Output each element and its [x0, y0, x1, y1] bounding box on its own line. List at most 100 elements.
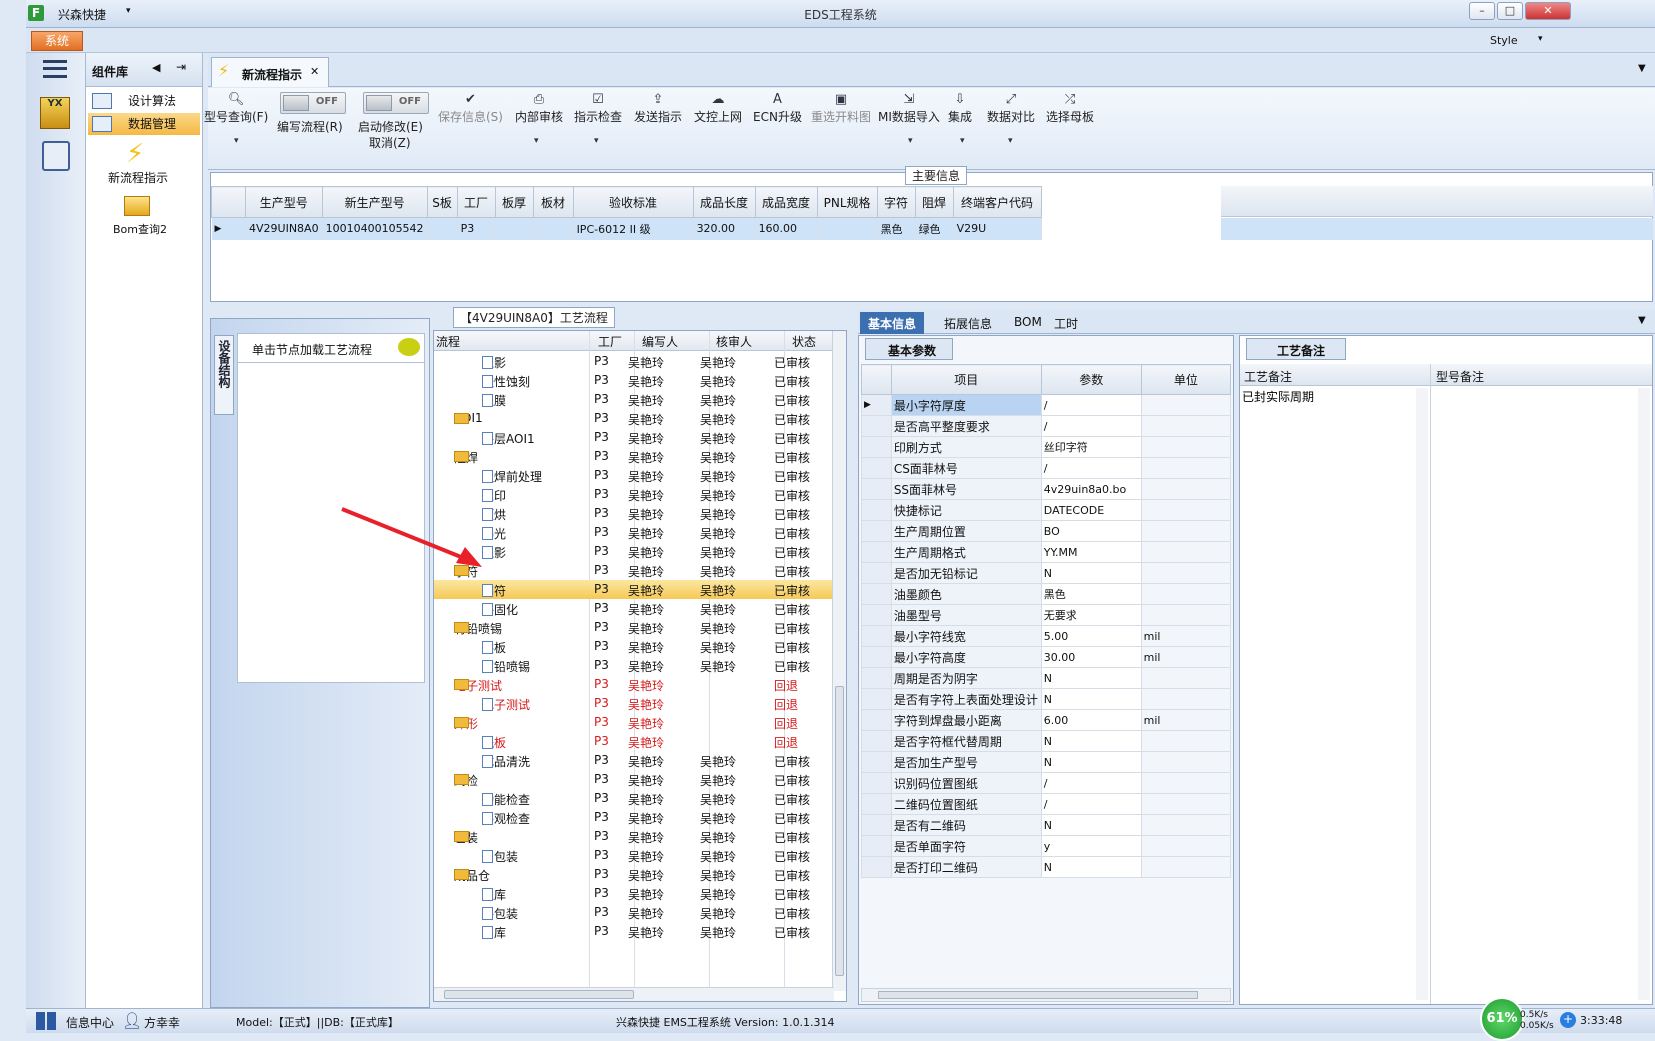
param-value[interactable]: 6.00 — [1040, 709, 1142, 731]
table-row[interactable]: SS面菲林号 4v29uin8a0.bo — [861, 478, 1232, 500]
table-row[interactable]: 印刷方式 丝印字符 — [861, 436, 1232, 458]
table-row[interactable]: 快捷标记 DATECODE — [861, 499, 1232, 521]
horizontal-scrollbar[interactable] — [434, 987, 834, 1001]
flow-tree-row[interactable]: 字符 P3 吴艳玲 吴艳玲 已审核 — [434, 580, 834, 599]
internal-review-button[interactable]: ⎙ 内部审核 — [515, 92, 563, 125]
edit-flow-toggle[interactable]: OFF — [280, 92, 346, 114]
row-selector[interactable] — [861, 646, 892, 668]
tab-extended-info[interactable]: 拓展信息 — [936, 312, 1000, 334]
table-row[interactable]: 最小字符高度 30.00 mil — [861, 646, 1232, 668]
row-selector[interactable] — [861, 751, 892, 773]
row-selector[interactable] — [861, 457, 892, 479]
param-value[interactable]: N — [1040, 856, 1142, 878]
flow-tree-row[interactable]: 外包装 P3 吴艳玲 吴艳玲 已审核 — [434, 903, 834, 922]
column-header[interactable]: 参数 — [1040, 364, 1142, 395]
table-row[interactable]: 字符到焊盘最小距离 6.00 mil — [861, 709, 1232, 731]
equipment-structure-tab[interactable]: 设备结构 — [214, 335, 234, 415]
param-value[interactable]: / — [1040, 415, 1142, 437]
windows-start-icon[interactable] — [36, 1012, 56, 1030]
param-value[interactable]: N — [1040, 751, 1142, 773]
table-row[interactable]: CS面菲林号 / — [861, 457, 1232, 479]
table-cell[interactable]: 160.00 — [755, 217, 818, 240]
bom-query-shortcut[interactable]: Bom查询2 — [113, 221, 167, 237]
flow-tree-row[interactable]: −包装 P3 吴艳玲 吴艳玲 已审核 — [434, 827, 834, 846]
flow-tree-row[interactable]: −字符P3吴艳玲吴艳玲已审核 — [434, 561, 834, 580]
table-row[interactable]: 生产周期位置 BO — [861, 520, 1232, 542]
system-menu-button[interactable]: 系统 — [31, 31, 83, 51]
process-notes-textarea[interactable]: 已封实际周期 — [1242, 388, 1420, 1000]
model-query-dropdown-icon[interactable]: ▾ — [234, 136, 239, 146]
flow-tree-row[interactable]: 入库 P3 吴艳玲 吴艳玲 已审核 — [434, 884, 834, 903]
flow-tree-row[interactable]: 退膜 P3 吴艳玲 吴艳玲 已审核 — [434, 390, 834, 409]
param-value[interactable]: / — [1040, 394, 1142, 416]
table-cell[interactable] — [427, 217, 458, 240]
calculator-icon[interactable] — [42, 141, 70, 171]
hamburger-menu-icon[interactable] — [43, 60, 67, 78]
param-value[interactable]: N — [1040, 814, 1142, 836]
param-value[interactable]: BO — [1040, 520, 1142, 542]
lightning-icon[interactable]: ⚡ — [126, 139, 144, 169]
minimize-button[interactable]: – — [1469, 2, 1495, 20]
flow-tree-row[interactable]: 曝光 P3 吴艳玲 吴艳玲 已审核 — [434, 523, 834, 542]
param-value[interactable]: 30.00 — [1040, 646, 1142, 668]
column-header[interactable]: S板 — [426, 186, 458, 218]
param-value[interactable]: 丝印字符 — [1040, 436, 1142, 458]
flow-tree-row[interactable]: 功能检查 P3 吴艳玲 吴艳玲 已审核 — [434, 789, 834, 808]
reselect-chart-button[interactable]: ▣ 重选开料图 — [811, 92, 871, 125]
column-header[interactable]: 工厂 — [456, 186, 496, 218]
row-selector[interactable] — [861, 541, 892, 563]
maximize-button[interactable]: □ — [1497, 2, 1523, 20]
add-circle-icon[interactable]: + — [1560, 1012, 1576, 1028]
params-horizontal-scrollbar[interactable] — [861, 988, 1231, 1002]
row-selector[interactable] — [861, 688, 892, 710]
info-center-link[interactable]: 信息中心 — [66, 1014, 114, 1031]
close-tab-icon[interactable]: ✕ — [310, 65, 319, 78]
table-cell[interactable]: 黑色 — [877, 217, 916, 240]
column-header[interactable]: 编写人 — [642, 333, 678, 350]
process-notes-scrollbar[interactable] — [1416, 388, 1428, 1000]
flow-tree-row[interactable]: 终固化 P3 吴艳玲 吴艳玲 已审核 — [434, 599, 834, 618]
param-value[interactable]: N — [1040, 688, 1142, 710]
column-header[interactable]: PNL规格 — [816, 186, 878, 218]
param-value[interactable]: 4v29uin8a0.bo — [1040, 478, 1142, 500]
flow-tree-row[interactable]: 烘板 P3 吴艳玲 吴艳玲 已审核 — [434, 637, 834, 656]
flow-tree-row[interactable]: −外形 P3 吴艳玲 回退 — [434, 713, 834, 732]
collapse-left-icon[interactable]: ◀ — [152, 61, 160, 74]
table-cell[interactable] — [817, 217, 878, 240]
row-selector[interactable] — [861, 562, 892, 584]
row-selector[interactable] — [861, 814, 892, 836]
select-master-button[interactable]: ⤮ 选择母板 — [1046, 92, 1094, 125]
table-row[interactable]: ▶ 最小字符厚度 / — [861, 394, 1232, 416]
close-button[interactable]: ✕ — [1525, 2, 1571, 20]
cancel-label[interactable]: 取消(Z) — [369, 134, 411, 151]
row-selector[interactable]: ▶ — [861, 394, 892, 416]
flow-tree-row[interactable]: 成品清洗 P3 吴艳玲 吴艳玲 已审核 — [434, 751, 834, 770]
column-header[interactable]: 阻焊 — [914, 186, 954, 218]
style-dropdown-icon[interactable]: ▾ — [1538, 34, 1543, 44]
data-compare-dropdown-icon[interactable]: ▾ — [1008, 136, 1013, 146]
flow-tree-row[interactable]: 铣板 P3 吴艳玲 回退 — [434, 732, 834, 751]
param-value[interactable]: 5.00 — [1040, 625, 1142, 647]
upload-doc-button[interactable]: ☁ 文控上网 — [694, 92, 742, 125]
row-selector[interactable] — [861, 709, 892, 731]
param-value[interactable]: / — [1040, 772, 1142, 794]
flow-tree-row[interactable]: −电子测试 P3 吴艳玲 回退 — [434, 675, 834, 694]
data-compare-button[interactable]: ⤢ 数据对比 — [987, 92, 1035, 125]
table-cell[interactable] — [495, 217, 534, 240]
flow-tree-row[interactable]: −有铅喷锡 P3 吴艳玲 吴艳玲 已审核 — [434, 618, 834, 637]
param-value[interactable]: / — [1040, 457, 1142, 479]
column-header[interactable]: 板厚 — [494, 186, 534, 218]
param-value[interactable]: 黑色 — [1040, 583, 1142, 605]
start-modify-toggle[interactable]: OFF — [363, 92, 429, 114]
comment-bubble-icon[interactable] — [398, 338, 420, 356]
row-selector[interactable] — [861, 478, 892, 500]
mi-import-dropdown-icon[interactable]: ▾ — [908, 136, 913, 146]
tab-work-hours[interactable]: 工时 — [1046, 312, 1086, 334]
table-row[interactable]: 二维码位置图纸 / — [861, 793, 1232, 815]
flow-tree-row[interactable]: −AOI1 P3 吴艳玲 吴艳玲 已审核 — [434, 409, 834, 428]
mi-import-button[interactable]: ⇲ MI数据导入 — [878, 92, 940, 125]
param-value[interactable]: y — [1040, 835, 1142, 857]
flow-tree-row[interactable]: 外层AOI1 P3 吴艳玲 吴艳玲 已审核 — [434, 428, 834, 447]
column-header[interactable]: 项目 — [890, 364, 1042, 395]
column-header[interactable]: 成品长度 — [692, 186, 756, 218]
